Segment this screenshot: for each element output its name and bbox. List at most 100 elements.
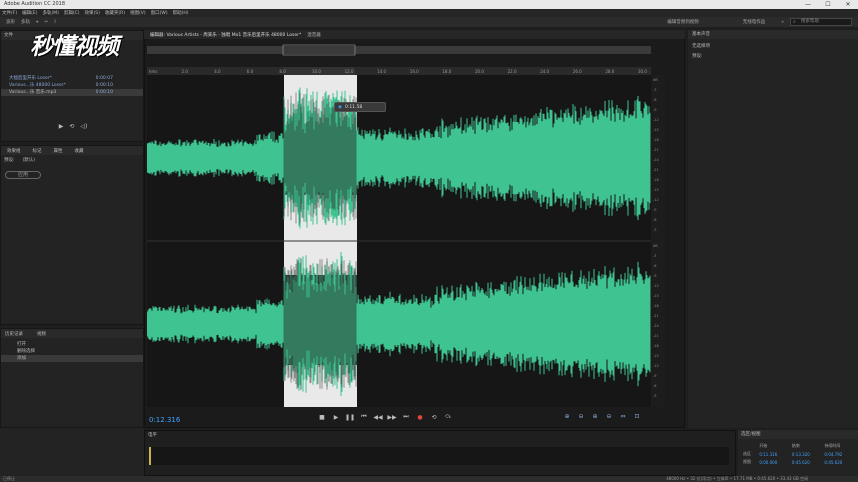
- db-label: -21: [653, 148, 659, 152]
- selection-start[interactable]: 0:11.316: [757, 450, 790, 458]
- file-name: Various...乐 48000 Loser*: [9, 83, 66, 88]
- effects-tab[interactable]: 属性: [54, 148, 63, 154]
- record-icon[interactable]: ●: [413, 414, 427, 421]
- selection-duration[interactable]: 0:04.792: [822, 450, 855, 458]
- menu-item[interactable]: 文件(F): [2, 10, 17, 16]
- db-label: -6: [653, 218, 657, 222]
- effects-tab[interactable]: 效果组: [7, 148, 21, 154]
- zoom-in-time-icon[interactable]: ⊕: [588, 413, 602, 420]
- menu-item[interactable]: 帮助(H): [173, 10, 189, 16]
- zoom-full-icon[interactable]: ⇔: [616, 413, 630, 420]
- header-duration: 持续时间: [824, 443, 841, 448]
- db-label: -3: [653, 228, 657, 232]
- maximize-icon[interactable]: ☐: [818, 0, 838, 9]
- history-tab[interactable]: 历史记录: [5, 331, 23, 337]
- menu-item[interactable]: 收藏夹(R): [105, 10, 125, 16]
- pause-icon[interactable]: ❚❚: [343, 414, 357, 421]
- preset-select[interactable]: (默认): [23, 157, 36, 163]
- loop-icon[interactable]: ⟲: [427, 414, 441, 421]
- search-input[interactable]: ⌕ 搜索帮助: [790, 18, 852, 26]
- fast-forward-icon[interactable]: ▶▶: [385, 414, 399, 421]
- ruler-label: 28.0: [605, 69, 614, 74]
- file-list-item[interactable]: Various...乐 48000 Loser* 0:00:10: [1, 82, 143, 89]
- db-label: -15: [653, 354, 659, 358]
- no-selection-text: 无选择项: [692, 44, 710, 49]
- essential-sound-title: 基本声音: [692, 32, 710, 37]
- effects-tab[interactable]: 标记: [33, 148, 42, 154]
- ruler-label: 24.0: [540, 69, 549, 74]
- menu-item[interactable]: 视图(V): [130, 10, 146, 16]
- ruler-label: 10.0: [312, 69, 321, 74]
- rewind-icon[interactable]: ◀◀: [371, 414, 385, 421]
- play-icon[interactable]: ▶: [329, 414, 343, 421]
- ruler-label: 4.0: [214, 69, 221, 74]
- stop-icon[interactable]: ■: [315, 414, 329, 421]
- workspace-radio[interactable]: 无线电作品: [743, 19, 766, 25]
- time-ruler[interactable]: hms 2.0 4.0 6.0 8.0 10.0 12.0 14.0 16.0 18.0 20.0 2…: [147, 67, 651, 75]
- editor-tabs: 编辑器: Various Artists - 周某乐 - 独唱 Mo1 音乐后里…: [144, 30, 685, 39]
- zoom-selection-icon[interactable]: ⊡: [630, 413, 644, 420]
- menu-item[interactable]: 多轨(M): [42, 10, 58, 16]
- zoom-out-time-icon[interactable]: ⊖: [602, 413, 616, 420]
- selection-end[interactable]: 0:13.320: [790, 450, 823, 458]
- ruler-label: 12.0: [345, 69, 354, 74]
- zoom-out-amplitude-icon[interactable]: ⊖: [574, 413, 588, 420]
- history-item[interactable]: 添加: [1, 355, 143, 362]
- view-duration[interactable]: 0:45.620: [822, 458, 855, 466]
- selection-view-title: 选区/视图: [741, 432, 761, 437]
- file-list-item[interactable]: Various...乐 音乐.mp3 0:00:10: [1, 89, 143, 96]
- file-list-item[interactable]: 大拙后里开乐 Loser* 0:00:07: [1, 75, 143, 82]
- menu-item[interactable]: 窗口(W): [151, 10, 168, 16]
- preset-label: 预设:: [4, 158, 15, 163]
- history-tab[interactable]: 视频: [37, 331, 46, 337]
- ruler-label: 18.0: [442, 69, 451, 74]
- razor-tool-icon[interactable]: ✂: [45, 20, 49, 25]
- db-label: -24: [653, 158, 659, 162]
- go-end-icon[interactable]: ⏭: [399, 413, 413, 421]
- menu-item[interactable]: 效果(S): [85, 10, 100, 16]
- history-item[interactable]: 打开: [1, 341, 143, 348]
- db-label: dB: [653, 244, 658, 248]
- skip-icon[interactable]: ⤼: [441, 413, 455, 421]
- files-tab[interactable]: 文件: [4, 33, 13, 38]
- header-start: 开始: [759, 443, 768, 448]
- selection-highlight: [284, 241, 357, 275]
- editor-tab[interactable]: 混音器: [307, 32, 321, 38]
- waveform-mode-button[interactable]: 波形: [6, 19, 15, 25]
- overview-waveform[interactable]: [147, 43, 651, 57]
- ruler-label: hms: [149, 69, 158, 74]
- menu-item[interactable]: 编辑(E): [22, 10, 37, 16]
- history-item[interactable]: 删除选择: [1, 348, 143, 355]
- minimize-icon[interactable]: —: [798, 0, 818, 9]
- selection-view-panel: 选区/视图 开始 结束 持续时间 选区 0:11.316 0:13.320 0:…: [738, 430, 858, 476]
- effects-tab[interactable]: 收藏: [75, 148, 84, 154]
- db-label: -6: [653, 98, 657, 102]
- db-label: -9: [653, 374, 657, 378]
- header-end: 结束: [791, 443, 800, 448]
- transport-controls: ■ ▶ ❚❚ ⏮ ◀◀ ▶▶ ⏭ ● ⟲ ⤼: [315, 413, 455, 421]
- menu-item[interactable]: 剪辑(C): [64, 10, 80, 16]
- workspace-edit-video[interactable]: 编辑音频到视频: [667, 19, 699, 25]
- volume-icon[interactable]: ◁): [80, 123, 87, 133]
- apply-button[interactable]: 应用: [5, 171, 41, 179]
- view-start[interactable]: 0:00.000: [757, 458, 790, 466]
- db-label: -24: [653, 324, 659, 328]
- zoom-in-amplitude-icon[interactable]: ⊕: [560, 413, 574, 420]
- workspace-menu-icon[interactable]: »: [781, 20, 784, 25]
- go-start-icon[interactable]: ⏮: [357, 413, 371, 421]
- time-select-tool-icon[interactable]: I: [54, 20, 55, 25]
- editor-tab[interactable]: 编辑器: Various Artists - 周某乐 - 独唱 Mo1 音乐后里…: [150, 32, 301, 38]
- status-bar: 已停止 48000 Hz • 32 位(浮点) • 立体声 • 17.71 MB…: [0, 476, 858, 482]
- loop-preview-icon[interactable]: ⟲: [69, 123, 74, 133]
- file-duration: 0:00:10: [95, 90, 113, 95]
- move-tool-icon[interactable]: ⌖: [36, 19, 39, 25]
- multitrack-mode-button[interactable]: 多轨: [21, 19, 30, 25]
- db-label: -18: [653, 138, 659, 142]
- db-label: -3: [653, 254, 657, 258]
- waveform-display[interactable]: [147, 75, 651, 407]
- file-name: 大拙后里开乐 Loser*: [9, 76, 52, 81]
- ruler-label: 20.0: [475, 69, 484, 74]
- play-preview-icon[interactable]: ▶: [59, 123, 64, 133]
- close-icon[interactable]: ✕: [838, 0, 858, 9]
- view-end[interactable]: 0:45.620: [790, 458, 823, 466]
